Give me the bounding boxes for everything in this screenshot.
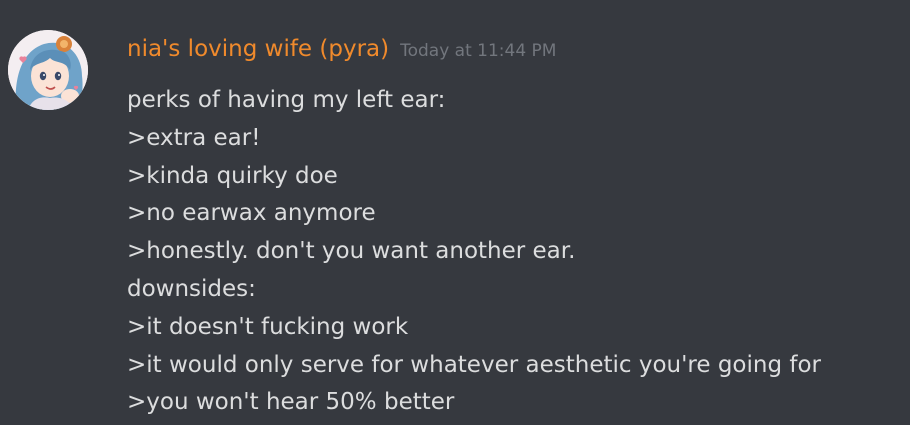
message-line: >you won't hear 50% better [127, 389, 455, 416]
message-line: >it doesn't fucking work [127, 313, 409, 340]
message-line: downsides: [127, 275, 256, 302]
user-avatar[interactable] [8, 30, 88, 110]
message-line: >no earwax anymore [127, 200, 376, 227]
message-line: >extra ear! [127, 124, 261, 151]
chat-message: nia's loving wife (pyra) Today at 11:44 … [0, 0, 910, 425]
message-line: perks of having my left ear: [127, 87, 446, 113]
message-line: >it would only serve for whatever aesthe… [127, 351, 821, 378]
timestamp[interactable]: Today at 11:44 PM [400, 41, 556, 61]
message-header: nia's loving wife (pyra) Today at 11:44 … [127, 32, 556, 66]
anime-girl-avatar-icon [8, 30, 88, 110]
username[interactable]: nia's loving wife (pyra) [127, 32, 389, 66]
message-line: >honestly. don't you want another ear. [127, 238, 576, 265]
message-content: perks of having my left ear: >extra ear!… [127, 82, 897, 422]
message-line: >kinda quirky doe [127, 162, 338, 189]
